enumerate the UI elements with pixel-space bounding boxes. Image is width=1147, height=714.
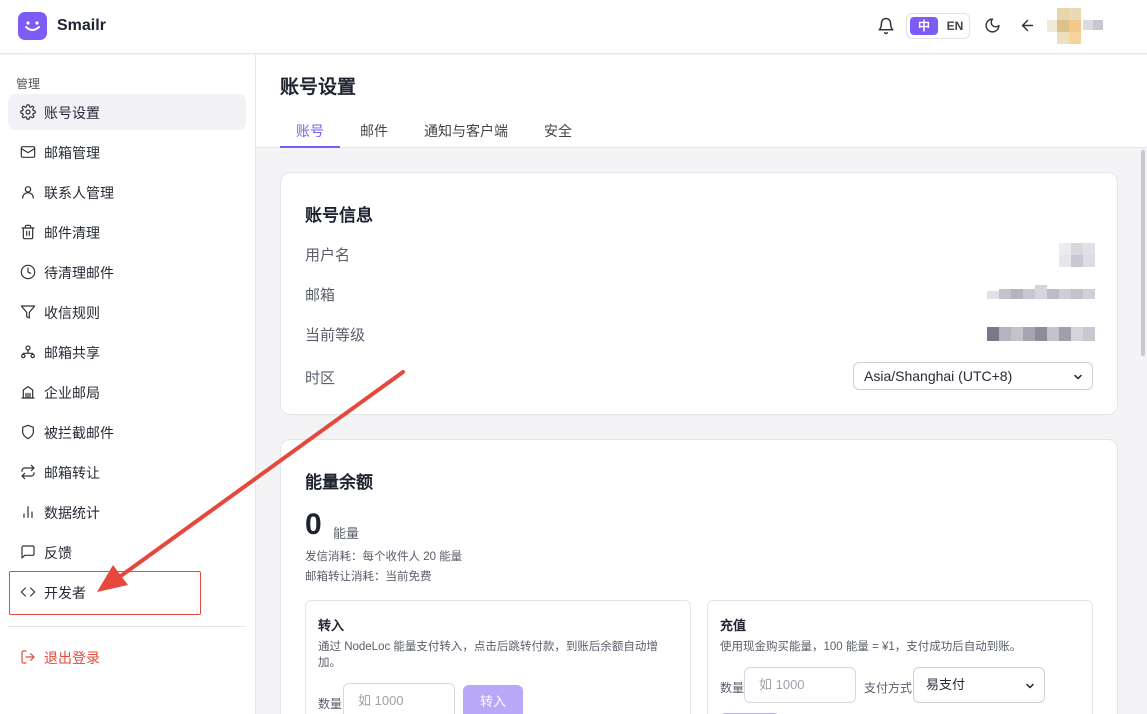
transfer-in-qty-input[interactable]: 如 1000 (343, 683, 455, 714)
sidebar-item-mailbox-management[interactable]: 邮箱管理 (8, 134, 246, 170)
bar-chart-icon (23, 506, 33, 518)
timezone-select[interactable]: Asia/Shanghai (UTC+8) (853, 362, 1093, 390)
username-label: 用户名 (305, 247, 351, 264)
sidebar-item-label: 邮箱转让 (44, 465, 100, 481)
logout-button[interactable]: 退出登录 (8, 639, 246, 675)
share-icon (21, 345, 35, 359)
annotation-highlight-box (9, 571, 201, 615)
energy-card: 能量余额 0 能量 发信消耗：每个收件人 20 能量 邮箱转让消耗：当前免费 转… (280, 439, 1118, 714)
send-cost-text: 发信消耗：每个收件人 20 能量 (305, 551, 463, 563)
main-content: 账号设置 账号 邮件 通知与客户端 安全 账号信息 用户名 邮箱 当前等级 时区… (256, 55, 1147, 714)
email-value-redacted (987, 285, 1095, 303)
sidebar-item-label: 数据统计 (44, 505, 100, 521)
settings-content: 账号信息 用户名 邮箱 当前等级 时区 Asia/Shanghai (UTC+8… (256, 148, 1147, 714)
user-avatar[interactable] (1047, 8, 1105, 44)
transfer-in-title: 转入 (318, 618, 345, 633)
tab-account[interactable]: 账号 (296, 121, 324, 141)
filter-icon (20, 305, 36, 319)
sidebar-item-blocked-mail[interactable]: 被拦截邮件 (8, 414, 246, 450)
scrollbar[interactable] (1141, 150, 1145, 356)
transfer-icon (21, 464, 35, 480)
transfer-in-card: 转入 通过 NodeLoc 能量支付转入，点击后跳转付款，到账后余额自动增加。 … (305, 600, 691, 714)
transfer-in-button[interactable]: 转入 (463, 685, 523, 714)
account-info-title: 账号信息 (305, 206, 373, 225)
clock-icon (20, 264, 36, 280)
sidebar: 管理 账号设置 邮箱管理 联系人管理 邮件清理 待清理邮件 收信规则 邮箱共享 … (0, 55, 256, 714)
recharge-qty-input[interactable]: 如 1000 (744, 667, 856, 703)
account-info-card: 账号信息 用户名 邮箱 当前等级 时区 Asia/Shanghai (UTC+8… (280, 172, 1118, 415)
lang-en-button[interactable]: EN (942, 17, 968, 35)
sidebar-item-label: 账号设置 (44, 105, 100, 121)
app-name: Smailr (57, 17, 106, 34)
energy-title: 能量余额 (305, 473, 373, 492)
sidebar-item-inbox-rules[interactable]: 收信规则 (8, 294, 246, 330)
recharge-title: 充值 (720, 618, 747, 633)
moon-icon[interactable] (984, 17, 1001, 39)
level-label: 当前等级 (305, 327, 366, 344)
logout-label: 退出登录 (44, 650, 100, 666)
top-bar: Smailr 中 EN (0, 0, 1147, 54)
recharge-desc: 使用现金购买能量，100 能量 = ¥1，支付成功后自动到账。 (720, 641, 1022, 653)
sidebar-item-label: 联系人管理 (44, 185, 114, 201)
page-title: 账号设置 (280, 77, 357, 98)
sidebar-item-label: 收信规则 (44, 305, 100, 321)
message-icon (21, 545, 35, 559)
app-logo-icon[interactable] (18, 12, 47, 40)
sidebar-item-label: 被拦截邮件 (44, 425, 114, 441)
lang-zh-button[interactable]: 中 (910, 17, 938, 35)
email-label: 邮箱 (305, 287, 336, 304)
sidebar-item-enterprise-mail[interactable]: 企业邮局 (8, 374, 246, 410)
sidebar-section-title: 管理 (16, 77, 41, 91)
transfer-in-qty-label: 数量 (318, 697, 343, 711)
timezone-value: Asia/Shanghai (UTC+8) (864, 368, 1013, 384)
sidebar-item-label: 邮箱共享 (44, 345, 100, 361)
bell-icon[interactable] (877, 17, 895, 40)
energy-amount: 0 (305, 508, 322, 541)
sidebar-item-label: 待清理邮件 (44, 265, 114, 281)
sidebar-item-label: 邮件清理 (44, 225, 100, 241)
tab-security[interactable]: 安全 (544, 121, 572, 141)
sidebar-divider (8, 626, 246, 627)
sidebar-item-mail-cleanup[interactable]: 邮件清理 (8, 214, 246, 250)
sidebar-item-feedback[interactable]: 反馈 (8, 534, 246, 570)
transfer-in-desc: 通过 NodeLoc 能量支付转入，点击后跳转付款，到账后余额自动增加。 (318, 641, 658, 669)
sidebar-item-pending-cleanup[interactable]: 待清理邮件 (8, 254, 246, 290)
settings-tabs: 账号 邮件 通知与客户端 安全 (256, 111, 1147, 148)
energy-unit: 能量 (333, 526, 360, 541)
tab-notifications-clients[interactable]: 通知与客户端 (424, 121, 508, 141)
pay-method-select[interactable]: 易支付 (913, 667, 1045, 703)
sidebar-item-contacts[interactable]: 联系人管理 (8, 174, 246, 210)
timezone-label: 时区 (305, 370, 336, 387)
pay-method-label: 支付方式 (864, 681, 913, 695)
sidebar-item-mailbox-sharing[interactable]: 邮箱共享 (8, 334, 246, 370)
recharge-qty-label: 数量 (720, 681, 745, 695)
sidebar-item-label: 企业邮局 (44, 385, 100, 401)
sidebar-item-account-settings[interactable]: 账号设置 (8, 94, 246, 130)
username-value-redacted (1059, 243, 1095, 267)
chevron-down-icon (1026, 683, 1034, 689)
sidebar-item-statistics[interactable]: 数据统计 (8, 494, 246, 530)
pay-method-value: 易支付 (926, 677, 966, 692)
user-icon (22, 186, 34, 199)
gear-icon (20, 104, 36, 120)
recharge-card: 充值 使用现金购买能量，100 能量 = ¥1，支付成功后自动到账。 数量 如 … (707, 600, 1093, 714)
trash-icon (21, 224, 35, 240)
arrow-left-icon[interactable] (1019, 17, 1036, 39)
sidebar-item-label: 反馈 (44, 545, 72, 561)
sidebar-item-label: 邮箱管理 (44, 145, 100, 161)
mail-icon (20, 146, 36, 158)
logout-icon (21, 650, 35, 664)
building-icon (21, 386, 35, 399)
sidebar-item-mailbox-transfer[interactable]: 邮箱转让 (8, 454, 246, 490)
shield-icon (22, 424, 34, 440)
language-switcher: 中 EN (906, 13, 970, 39)
transfer-cost-text: 邮箱转让消耗：当前免费 (305, 571, 432, 583)
tab-mail[interactable]: 邮件 (360, 121, 388, 141)
chevron-down-icon (1074, 374, 1082, 380)
level-value-redacted (987, 325, 1095, 343)
page-header (256, 55, 1147, 111)
